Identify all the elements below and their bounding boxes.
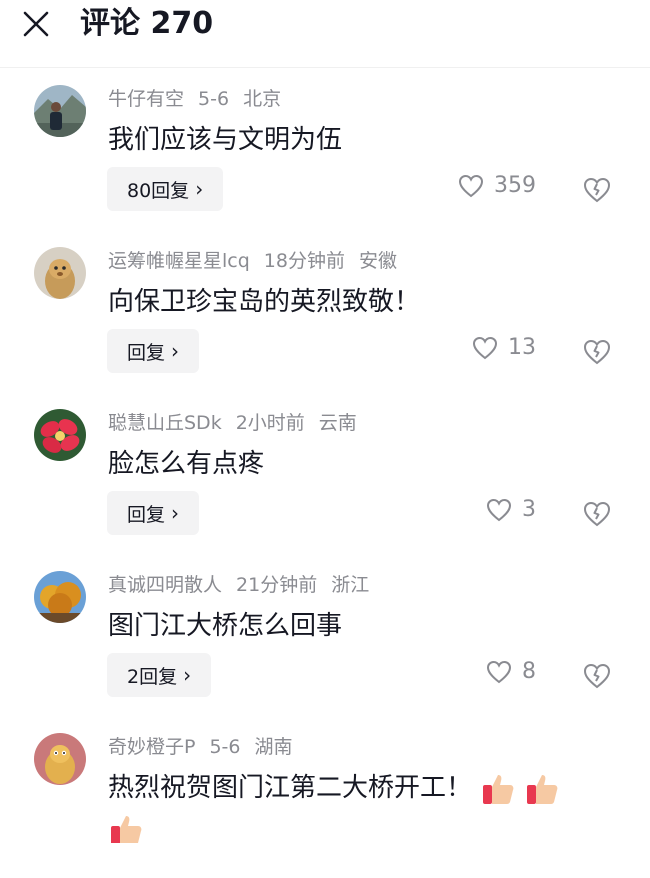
comment-item: 奇妙橙子P 5-6 湖南 热烈祝贺图门江第二大桥开工！ — [0, 716, 650, 878]
comment-meta: 牛仔有空 5-6 北京 — [108, 86, 295, 112]
comment-location: 浙江 — [331, 574, 370, 596]
reply-button[interactable]: 回复 › — [107, 329, 200, 373]
close-icon — [23, 11, 49, 37]
thumbs-up-emoji — [483, 774, 514, 804]
thumbs-up-emoji-partial — [108, 812, 148, 843]
comment-meta: 运筹帷幄星星lcq 18分钟前 安徽 — [108, 248, 411, 274]
comment-text: 向保卫珍宝岛的英烈致敬！ — [108, 287, 421, 317]
page-title: 评论 270 — [80, 6, 214, 41]
username[interactable]: 真诚四明散人 — [108, 574, 222, 596]
username[interactable]: 奇妙橙子P — [108, 736, 195, 758]
comment-time: 5-6 — [209, 736, 241, 758]
chevron-right-icon: › — [171, 339, 180, 363]
dislike-button[interactable] — [582, 499, 612, 529]
comment-item: 聪慧山丘SDk 2小时前 云南 脸怎么有点疼 回复 › 3 — [0, 392, 650, 554]
comment-text-body: 热烈祝贺图门江第二大桥开工！ — [108, 773, 473, 803]
avatar[interactable] — [34, 409, 86, 461]
reply-button[interactable]: 2回复 › — [107, 653, 212, 697]
comment-time: 21分钟前 — [236, 574, 318, 596]
reply-label: 80回复 — [127, 179, 190, 202]
broken-heart-icon — [583, 663, 611, 689]
comment-time: 5-6 — [198, 88, 230, 110]
broken-heart-icon — [583, 339, 611, 365]
comment-time: 18分钟前 — [263, 250, 345, 272]
comment-meta: 聪慧山丘SDk 2小时前 云南 — [108, 410, 371, 436]
chevron-right-icon: › — [195, 177, 204, 201]
like-count: 8 — [522, 659, 536, 684]
avatar[interactable] — [34, 733, 86, 785]
like-button[interactable]: 359 — [458, 173, 536, 198]
comment-time: 2小时前 — [235, 412, 305, 434]
heart-outline-icon — [486, 660, 512, 683]
like-count: 359 — [494, 173, 536, 198]
close-button[interactable] — [18, 6, 54, 42]
comment-item: 运筹帷幄星星lcq 18分钟前 安徽 向保卫珍宝岛的英烈致敬！ 回复 › 13 — [0, 230, 650, 392]
comment-text: 热烈祝贺图门江第二大桥开工！ — [108, 768, 560, 808]
avatar[interactable] — [34, 85, 86, 137]
chevron-right-icon: › — [183, 663, 192, 687]
heart-outline-icon — [486, 498, 512, 521]
thumbs-up-emoji — [111, 816, 142, 843]
like-count: 3 — [522, 497, 536, 522]
like-count: 13 — [508, 335, 536, 360]
username[interactable]: 聪慧山丘SDk — [108, 412, 222, 434]
broken-heart-icon — [583, 501, 611, 527]
heart-outline-icon — [458, 174, 484, 197]
comment-location: 云南 — [318, 412, 357, 434]
comment-location: 北京 — [243, 88, 282, 110]
comment-location: 安徽 — [358, 250, 397, 272]
comment-text: 图门江大桥怎么回事 — [108, 611, 343, 641]
like-button[interactable]: 13 — [472, 335, 536, 360]
reply-label: 回复 — [127, 503, 166, 526]
comment-meta: 真诚四明散人 21分钟前 浙江 — [108, 572, 383, 598]
reply-label: 回复 — [127, 341, 166, 364]
comments-header: 评论 270 — [0, 0, 650, 68]
thumbs-up-emoji — [527, 774, 558, 804]
username[interactable]: 牛仔有空 — [108, 88, 184, 110]
dislike-button[interactable] — [582, 175, 612, 205]
like-button[interactable]: 3 — [486, 497, 536, 522]
broken-heart-icon — [583, 177, 611, 203]
chevron-right-icon: › — [171, 501, 180, 525]
comment-item: 真诚四明散人 21分钟前 浙江 图门江大桥怎么回事 2回复 › 8 — [0, 554, 650, 716]
heart-outline-icon — [472, 336, 498, 359]
comment-text: 我们应该与文明为伍 — [108, 125, 343, 155]
comment-text: 脸怎么有点疼 — [108, 449, 265, 479]
reply-button[interactable]: 80回复 › — [107, 167, 224, 211]
comment-item: 牛仔有空 5-6 北京 我们应该与文明为伍 80回复 › 359 — [0, 68, 650, 230]
avatar[interactable] — [34, 247, 86, 299]
reply-label: 2回复 — [127, 665, 178, 688]
avatar[interactable] — [34, 571, 86, 623]
dislike-button[interactable] — [582, 661, 612, 691]
reply-button[interactable]: 回复 › — [107, 491, 200, 535]
username[interactable]: 运筹帷幄星星lcq — [108, 250, 250, 272]
like-button[interactable]: 8 — [486, 659, 536, 684]
dislike-button[interactable] — [582, 337, 612, 367]
comment-location: 湖南 — [254, 736, 293, 758]
comment-meta: 奇妙橙子P 5-6 湖南 — [108, 734, 307, 760]
comment-list: 牛仔有空 5-6 北京 我们应该与文明为伍 80回复 › 359 运筹帷幄星星l… — [0, 68, 650, 878]
